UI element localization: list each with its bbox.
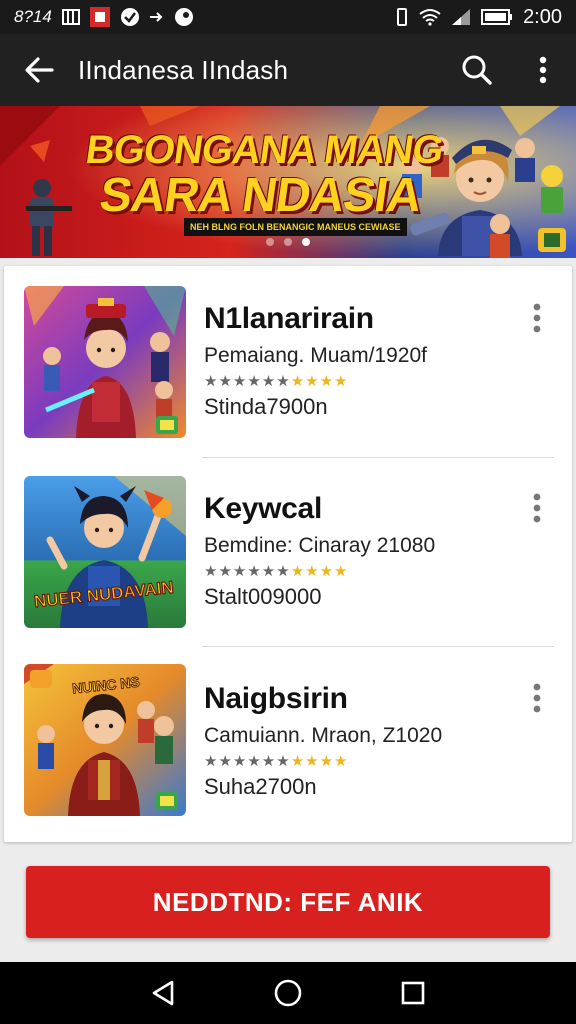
game-thumbnail: NUER NUDAVAIN — [24, 476, 186, 628]
more-vert-icon — [533, 493, 541, 523]
status-left-text: 8?14 — [14, 7, 52, 26]
game-title: N1lanarirain — [204, 302, 374, 335]
app-notification-icon — [89, 7, 110, 27]
rating-stars: ★★★★★★★★★★ — [204, 753, 349, 770]
game-title: Keywcal — [204, 492, 322, 525]
game-thumbnail — [24, 286, 186, 438]
steam-icon — [174, 7, 194, 27]
game-list: N1lanarirain Pemaiang. Muam/1920f ★★★★★★… — [4, 266, 572, 842]
pager-dot-active[interactable] — [302, 238, 310, 246]
game-thumbnail: NUINC NS — [24, 664, 186, 816]
search-button[interactable] — [444, 34, 510, 106]
signal-icon — [451, 8, 471, 26]
search-icon — [462, 55, 492, 85]
item-more-button[interactable] — [522, 298, 552, 338]
page-title: IIndanesa IIndash — [78, 54, 289, 85]
status-time: 2:00 — [523, 5, 562, 28]
battery-icon — [481, 9, 513, 25]
item-more-button[interactable] — [522, 488, 552, 528]
nav-home-button[interactable] — [258, 962, 318, 1024]
cta-button[interactable]: NEDDTND: FEF ANIK — [26, 866, 550, 938]
banner-headline-2: SARA NDASIA — [96, 169, 425, 222]
system-nav-bar — [0, 962, 576, 1024]
banner-tagline: NEH BLNG FOLN BENANGIC MANEUS CEWIASE — [184, 218, 407, 236]
rating-stars: ★★★★★★★★★★ — [204, 373, 349, 390]
list-item[interactable]: NUER NUDAVAIN Keywcal Bemdine: Cinaray 2… — [4, 456, 572, 646]
pager-dot[interactable] — [284, 238, 292, 246]
nav-back-button[interactable] — [133, 962, 193, 1024]
game-subtitle: Stalt009000 — [204, 584, 322, 609]
item-more-button[interactable] — [522, 678, 552, 718]
wifi-icon — [419, 8, 441, 26]
pager-dot[interactable] — [266, 238, 274, 246]
check-circle-icon — [120, 7, 140, 27]
home-circle-icon — [274, 979, 302, 1007]
overflow-menu-button[interactable] — [510, 34, 576, 106]
vibrate-icon — [395, 7, 409, 27]
game-subtitle: Stinda7900n — [204, 394, 328, 419]
list-item[interactable]: N1lanarirain Pemaiang. Muam/1920f ★★★★★★… — [4, 266, 572, 456]
game-subtitle: Suha2700n — [204, 774, 317, 799]
back-arrow-icon — [25, 57, 54, 83]
send-icon — [149, 11, 164, 23]
app-bar: IIndanesa IIndash — [0, 34, 576, 106]
back-button[interactable] — [0, 34, 78, 106]
more-vert-icon — [539, 56, 547, 84]
promo-banner[interactable]: BGONGANA MANG SARA NDASIA NEH BLNG FOLN … — [0, 106, 576, 258]
rating-stars: ★★★★★★★★★★ — [204, 563, 349, 580]
back-triangle-icon — [152, 980, 173, 1006]
more-vert-icon — [533, 683, 541, 713]
game-title: Naigbsirin — [204, 682, 348, 715]
recents-square-icon — [402, 981, 425, 1005]
list-item[interactable]: NUINC NS Naigbsirin Camuiann. Mraon, Z10… — [4, 646, 572, 836]
status-bar: 8?14 2:00 — [0, 0, 576, 34]
game-meta: Bemdine: Cinaray 21080 — [204, 534, 436, 557]
banner-pager — [0, 238, 576, 246]
game-meta: Pemaiang. Muam/1920f — [204, 344, 427, 367]
game-meta: Camuiann. Mraon, Z1020 — [204, 724, 443, 747]
gallery-icon — [61, 9, 80, 25]
more-vert-icon — [533, 303, 541, 333]
banner-headline-1: BGONGANA MANG — [82, 128, 446, 172]
nav-recents-button[interactable] — [383, 962, 443, 1024]
